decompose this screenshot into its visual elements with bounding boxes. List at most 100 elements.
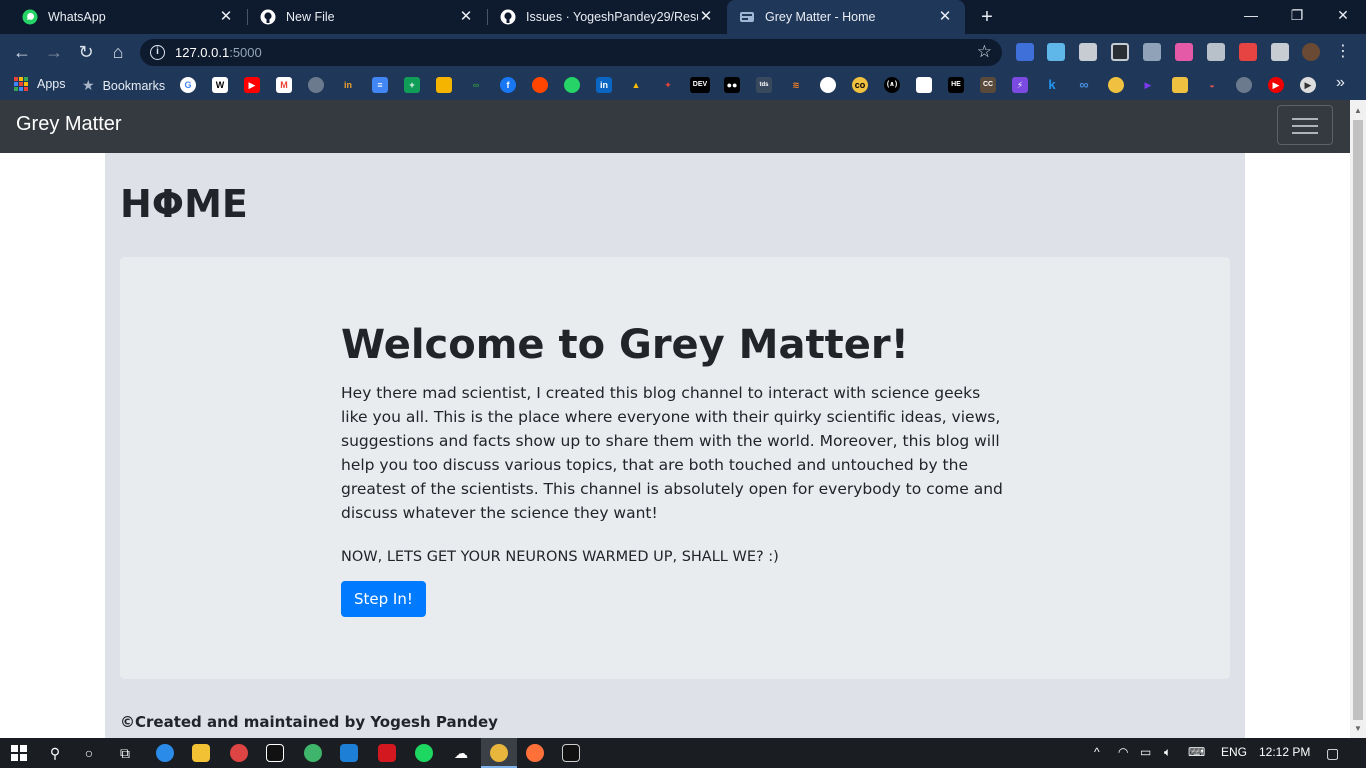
volume-icon[interactable]: 🔈︎: [1164, 745, 1171, 760]
cortana-icon[interactable]: ○: [78, 743, 100, 763]
apps-bookmark[interactable]: Apps: [14, 77, 66, 91]
extension-icon[interactable]: [1175, 43, 1193, 61]
close-tab-icon[interactable]: ✕: [698, 9, 714, 25]
close-tab-icon[interactable]: ✕: [218, 9, 234, 25]
camera-extension-icon[interactable]: [1207, 43, 1225, 61]
medium-icon[interactable]: ●●: [724, 77, 740, 93]
dev-icon[interactable]: DEV: [690, 77, 710, 93]
app-icon[interactable]: [304, 744, 322, 762]
extension-icon[interactable]: [1079, 43, 1097, 61]
acrobat-icon[interactable]: [378, 744, 396, 762]
show-hidden-icons[interactable]: ^: [1094, 745, 1100, 759]
play-circle-icon[interactable]: ▶: [1300, 77, 1316, 93]
docs-icon[interactable]: ≡: [372, 77, 388, 93]
reddit-icon[interactable]: [532, 77, 548, 93]
whatsapp-bookmark-icon[interactable]: [564, 77, 580, 93]
google-icon[interactable]: G: [180, 77, 196, 93]
hat-icon[interactable]: ◒: [1204, 77, 1220, 93]
cc-icon[interactable]: CC: [980, 77, 996, 93]
hackerearth-icon[interactable]: HE: [948, 77, 964, 93]
restore-icon[interactable]: ❐: [1274, 0, 1320, 32]
tds-icon[interactable]: tds: [756, 77, 772, 93]
codechef-icon[interactable]: co: [852, 77, 868, 93]
battery-icon[interactable]: ▭: [1140, 745, 1151, 759]
firefox-icon[interactable]: [526, 744, 544, 762]
search-icon[interactable]: ⚲: [44, 743, 66, 763]
bookmark-star-icon[interactable]: ☆: [977, 42, 992, 62]
site-brand[interactable]: Grey Matter: [16, 113, 122, 136]
keyboard-icon[interactable]: ⌨: [1188, 745, 1205, 759]
edge-icon[interactable]: [156, 744, 174, 762]
wifi-icon[interactable]: ◠: [1118, 745, 1128, 759]
intellij-icon[interactable]: [266, 744, 284, 762]
infinity-icon[interactable]: ∞: [1076, 77, 1092, 93]
file-explorer-icon[interactable]: [192, 744, 210, 762]
puzzle-extensions-icon[interactable]: [1271, 43, 1289, 61]
globe-icon[interactable]: [1236, 77, 1252, 93]
site-info-icon[interactable]: i: [150, 45, 165, 60]
extension-icon[interactable]: [1239, 43, 1257, 61]
language-indicator[interactable]: ENG: [1221, 745, 1247, 759]
terminal-icon[interactable]: [562, 744, 580, 762]
reload-icon[interactable]: ↻: [74, 40, 98, 64]
vscode-icon[interactable]: [340, 744, 358, 762]
geeksforgeeks-icon[interactable]: ∞: [468, 77, 484, 93]
onepiece-icon[interactable]: [1108, 77, 1124, 93]
chrome-icon[interactable]: [490, 744, 508, 762]
new-tab-button[interactable]: +: [976, 6, 998, 28]
windows-start-icon[interactable]: [8, 743, 30, 763]
internshala-icon[interactable]: in: [340, 77, 356, 93]
scrollbar-thumb[interactable]: [1353, 120, 1363, 720]
url-text[interactable]: 127.0.0.1:5000: [175, 45, 262, 60]
address-bar[interactable]: i 127.0.0.1:5000 ☆: [140, 39, 1002, 66]
extension-icon[interactable]: [1047, 43, 1065, 61]
close-tab-icon[interactable]: ✕: [937, 9, 953, 25]
profile-avatar[interactable]: [1302, 43, 1320, 61]
clock[interactable]: 12:12 PM: [1259, 745, 1310, 759]
app-icon[interactable]: [230, 744, 248, 762]
back-icon[interactable]: ←: [10, 40, 34, 64]
gmail-icon[interactable]: M: [276, 77, 292, 93]
close-window-icon[interactable]: ✕: [1320, 0, 1366, 32]
scroll-down-icon[interactable]: ▼: [1354, 724, 1362, 733]
record-icon[interactable]: ▶: [1268, 77, 1284, 93]
tab-grey-matter-home[interactable]: Grey Matter - Home ✕: [727, 0, 965, 34]
scroll-up-icon[interactable]: ▲: [1354, 106, 1362, 115]
sheets-icon[interactable]: +: [404, 77, 420, 93]
tab-whatsapp[interactable]: WhatsApp ✕: [10, 0, 246, 34]
k-icon[interactable]: k: [1044, 77, 1060, 93]
navbar-toggler-button[interactable]: [1277, 105, 1333, 145]
youtube-icon[interactable]: ▶: [244, 77, 260, 93]
tab-issues[interactable]: Issues · YogeshPandey29/Resume ✕: [488, 0, 726, 34]
home-icon[interactable]: ⌂: [106, 40, 130, 64]
facebook-icon[interactable]: f: [500, 77, 516, 93]
minimize-icon[interactable]: —: [1228, 0, 1274, 32]
notifications-icon[interactable]: ▢: [1326, 745, 1339, 762]
soundcloud-icon[interactable]: ☁: [452, 744, 470, 762]
github-bookmark-icon[interactable]: [820, 77, 836, 93]
linkedin-icon[interactable]: in: [596, 77, 612, 93]
page-scrollbar[interactable]: ▲ ▼: [1350, 100, 1366, 738]
task-view-icon[interactable]: ⧉: [114, 743, 136, 763]
stackoverflow-icon[interactable]: ≋: [788, 77, 804, 93]
drive-icon[interactable]: ▲: [628, 77, 644, 93]
hackerrank-icon[interactable]: [916, 77, 932, 93]
spotify-icon[interactable]: [415, 744, 433, 762]
photos-icon[interactable]: ✦: [660, 77, 676, 93]
close-tab-icon[interactable]: ✕: [458, 9, 474, 25]
play-icon[interactable]: ▶: [1140, 77, 1156, 93]
menu-kebab-icon[interactable]: ⋮: [1334, 43, 1352, 61]
fm-icon[interactable]: [1172, 77, 1188, 93]
more-bookmarks-icon[interactable]: »: [1336, 74, 1345, 92]
codewars-icon[interactable]: (∧): [884, 77, 900, 93]
extension-icon[interactable]: [1016, 43, 1034, 61]
bookmarks-folder[interactable]: ★ Bookmarks: [82, 77, 165, 94]
globe-icon[interactable]: [308, 77, 324, 93]
tab-new-file[interactable]: New File ✕: [248, 0, 486, 34]
extension-icon[interactable]: [1143, 43, 1161, 61]
step-in-button[interactable]: Step In!: [341, 581, 426, 617]
forward-icon[interactable]: →: [42, 40, 66, 64]
extension-icon[interactable]: [1111, 43, 1129, 61]
bolt-icon[interactable]: ⚡: [1012, 77, 1028, 93]
slides-icon[interactable]: [436, 77, 452, 93]
